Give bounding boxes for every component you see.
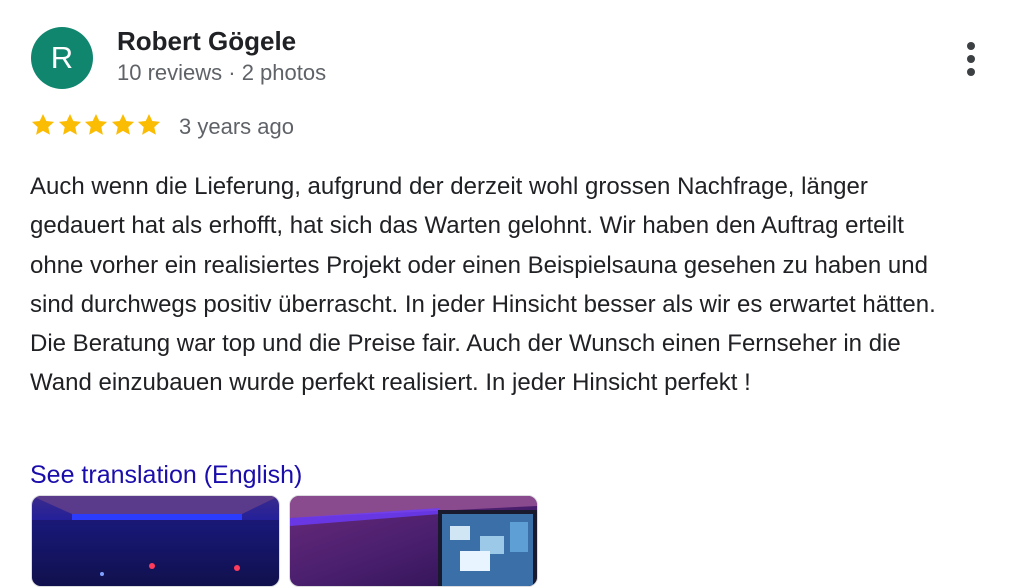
review-photo[interactable] [289,495,538,587]
review-card: R Robert Gögele 10 reviews · 2 photos 3 … [0,0,1024,587]
author-name[interactable]: Robert Gögele [117,25,296,57]
see-translation-link[interactable]: See translation (English) [30,459,302,491]
star-icon [138,113,161,135]
sauna-photo-image [290,496,537,586]
star-icon [58,113,81,135]
review-photo[interactable] [31,495,280,587]
author-meta: 10 reviews · 2 photos [117,60,327,85]
star-icon [111,113,134,135]
more-options-button[interactable] [957,38,987,80]
review-time: 3 years ago [179,114,294,139]
star-icon [85,113,108,135]
review-text: Auch wenn die Lieferung, aufgrund der de… [30,173,936,397]
avatar-letter: R [50,40,74,75]
star-rating [30,112,163,142]
sauna-photo-image [32,496,279,586]
author-avatar[interactable]: R [31,27,93,89]
star-icon [31,113,55,135]
more-vert-dot [967,42,975,50]
more-vert-dot [967,55,975,63]
more-vert-dot [967,68,975,76]
